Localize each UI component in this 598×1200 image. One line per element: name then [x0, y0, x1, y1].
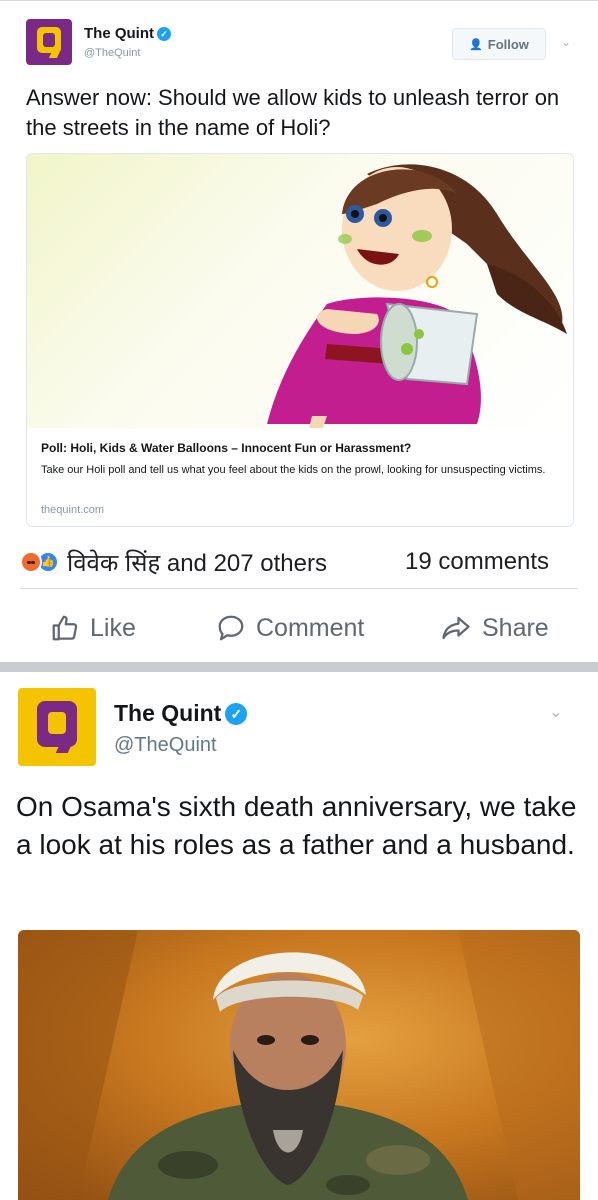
tweet-card-holi: The Quint ✓ @TheQuint 👤 Follow ⌄ Answer n…	[0, 0, 598, 540]
reactions-summary[interactable]: 👍 विवेक सिंह and 207 others	[20, 546, 327, 578]
portrait-photo[interactable]	[18, 930, 580, 1200]
comments-count[interactable]: 19 comments	[405, 546, 549, 578]
the-quint-logo-avatar[interactable]	[26, 19, 72, 65]
tweet-text-osama: On Osama's sixth death anniversary, we t…	[16, 791, 577, 860]
post-separator	[0, 662, 598, 672]
comment-button[interactable]: Comment	[216, 604, 364, 652]
account-name[interactable]: The Quint ✓	[84, 25, 171, 42]
account-name-large-text[interactable]: The Quint	[114, 700, 221, 726]
tweet-text: Answer now: Should we allow kids to unle…	[26, 85, 560, 140]
comment-label: Comment	[256, 613, 365, 642]
reactors-names[interactable]: विवेक सिंह and 207 others	[67, 546, 327, 579]
account-handle-large[interactable]: @TheQuint	[114, 734, 217, 757]
card-domain: thequint.com	[41, 504, 104, 516]
post-action-bar: Like Comment Share	[0, 604, 598, 652]
chevron-down-icon[interactable]: ⌄	[549, 702, 562, 722]
share-button[interactable]: Share	[440, 604, 549, 652]
verified-badge-icon: ✓	[157, 27, 171, 41]
follow-label: Follow	[487, 36, 529, 52]
like-label: Like	[90, 613, 136, 642]
the-quint-logo-avatar-large[interactable]	[18, 688, 96, 766]
verified-badge-icon: ✓	[225, 703, 248, 725]
thumbs-up-icon	[52, 615, 78, 641]
follow-button[interactable]: 👤 Follow	[452, 28, 546, 60]
share-label: Share	[482, 613, 549, 642]
card-title: Poll: Holi, Kids & Water Balloons – Inno…	[41, 441, 412, 455]
account-name-text[interactable]: The Quint	[84, 25, 154, 42]
cartoon-girl-bucket-image	[27, 154, 573, 428]
account-handle[interactable]: @TheQuint	[84, 47, 140, 59]
account-name-large[interactable]: The Quint ✓	[114, 700, 248, 727]
share-arrow-icon	[442, 616, 470, 640]
divider	[20, 588, 578, 589]
like-button[interactable]: Like	[50, 604, 136, 652]
angry-reaction-icon	[20, 551, 42, 573]
chevron-down-icon[interactable]: ⌄	[561, 35, 571, 49]
card-description: Take our Holi poll and tell us what you …	[41, 464, 546, 476]
link-preview-card[interactable]: Poll: Holi, Kids & Water Balloons – Inno…	[26, 153, 574, 527]
add-user-icon: 👤	[469, 38, 483, 51]
comment-bubble-icon	[218, 615, 244, 641]
